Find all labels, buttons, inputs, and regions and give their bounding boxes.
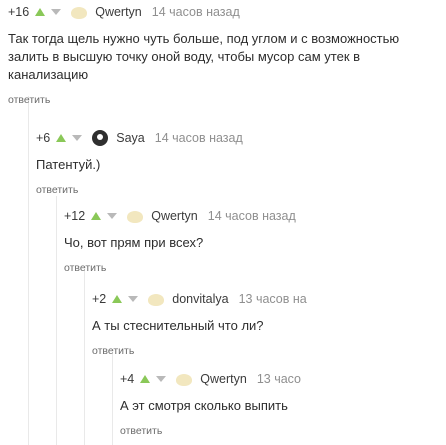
comment-text: А ты стеснительный что ли?	[92, 318, 264, 333]
comment-rating: +6	[36, 131, 51, 145]
comment-text: Патентуй.)	[36, 157, 101, 172]
comment-rating: +4	[120, 372, 135, 386]
comment-time[interactable]: 13 часо	[257, 372, 301, 386]
comment-time[interactable]: 14 часов назад	[208, 209, 296, 223]
downvote-icon[interactable]	[128, 296, 139, 302]
comment-header: +16 Qwertyn 14 часов назад	[8, 2, 446, 22]
comment-text: Так тогда щель нужно чуть больше, под уг…	[8, 31, 400, 82]
reply-link[interactable]: ответить	[120, 425, 446, 437]
comment-rating: +16	[8, 5, 30, 19]
comment-header: +6 Saya 14 часов назад	[36, 128, 446, 148]
thread-line	[112, 354, 113, 445]
comment: +16 Qwertyn 14 часов назад Так тогда щел…	[8, 2, 446, 106]
comment-header: +2 donvitalya 13 часов на	[92, 289, 446, 309]
upvote-icon[interactable]	[35, 8, 46, 16]
comment-username[interactable]: donvitalya	[172, 292, 228, 306]
downvote-icon[interactable]	[107, 213, 118, 219]
comment-header: +4 Qwertyn 13 часо	[120, 369, 446, 389]
comment-rating: +2	[92, 292, 107, 306]
reply-link[interactable]: ответить	[64, 262, 446, 274]
upvote-icon[interactable]	[112, 295, 123, 303]
upvote-icon[interactable]	[91, 212, 102, 220]
thread-line	[84, 270, 85, 445]
thread-line	[56, 196, 57, 445]
downvote-icon[interactable]	[72, 135, 83, 141]
downvote-icon[interactable]	[51, 9, 62, 15]
comment-time[interactable]: 14 часов назад	[152, 5, 240, 19]
comment-time[interactable]: 14 часов назад	[155, 131, 243, 145]
comment: +6 Saya 14 часов назад Патентуй.) ответи…	[36, 128, 446, 196]
reply-link[interactable]: ответить	[92, 345, 446, 357]
comment-username[interactable]: Saya	[116, 131, 145, 145]
avatar[interactable]	[71, 7, 88, 19]
avatar[interactable]	[148, 294, 165, 306]
comment-text: Чо, вот прям при всех?	[64, 235, 204, 250]
comment-username[interactable]: Qwertyn	[200, 372, 247, 386]
upvote-icon[interactable]	[56, 134, 67, 142]
downvote-icon[interactable]	[156, 376, 167, 382]
comment-rating: +12	[64, 209, 86, 223]
thread-line	[28, 96, 29, 445]
comment-username[interactable]: Qwertyn	[95, 5, 142, 19]
upvote-icon[interactable]	[140, 375, 151, 383]
reply-link[interactable]: ответить	[36, 184, 446, 196]
avatar[interactable]	[176, 374, 193, 386]
comment: +12 Qwertyn 14 часов назад Чо, вот прям …	[64, 206, 446, 274]
comment: +2 donvitalya 13 часов на А ты стеснител…	[92, 289, 446, 357]
avatar[interactable]	[92, 130, 109, 146]
comment-header: +12 Qwertyn 14 часов назад	[64, 206, 446, 226]
comment: +4 Qwertyn 13 часо А эт смотря сколько в…	[120, 369, 446, 437]
comment-time[interactable]: 13 часов на	[239, 292, 307, 306]
comment-text: А эт смотря сколько выпить	[120, 398, 288, 413]
avatar[interactable]	[127, 211, 144, 223]
comment-username[interactable]: Qwertyn	[151, 209, 198, 223]
reply-link[interactable]: ответить	[8, 94, 446, 106]
